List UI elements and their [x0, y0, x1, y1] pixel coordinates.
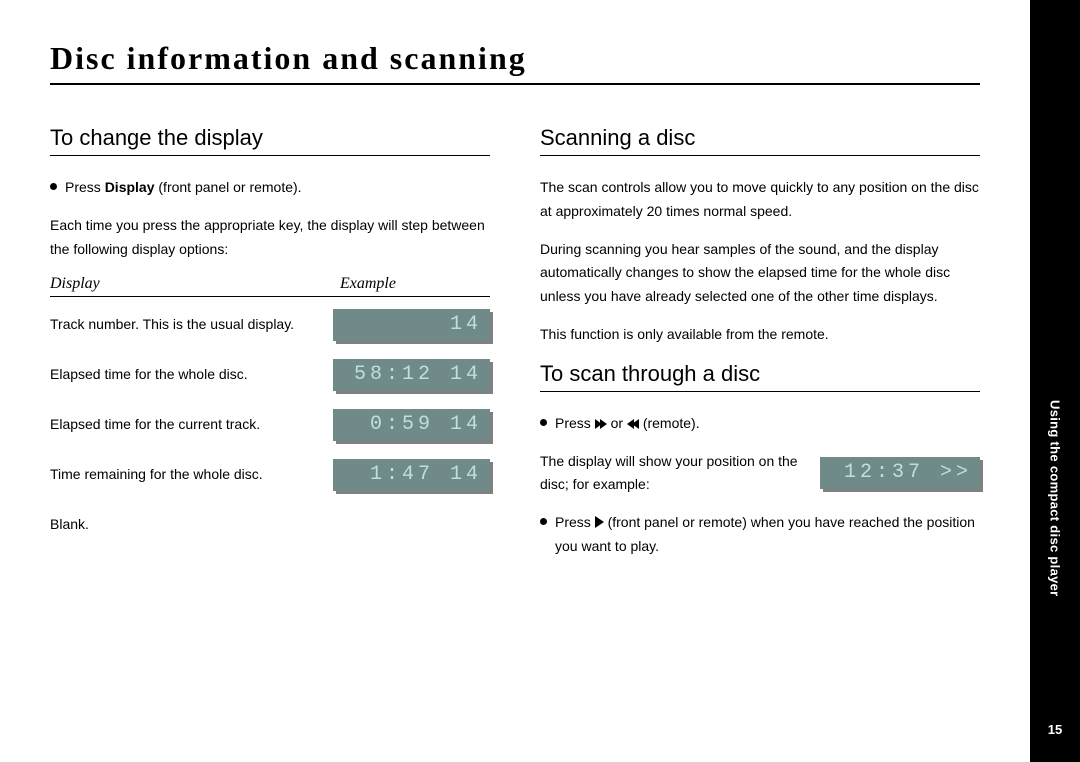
text: (remote). — [643, 415, 700, 431]
table-row: Elapsed time for the whole disc. 58:12 1… — [50, 359, 490, 391]
text: or — [611, 415, 627, 431]
lcd-display: 0:59 14 — [333, 409, 490, 441]
lcd-display: 58:12 14 — [333, 359, 490, 391]
col-header-display: Display — [50, 275, 340, 293]
display-button-label: Display — [105, 179, 155, 195]
text: Press — [555, 415, 595, 431]
fast-forward-icon — [600, 419, 607, 429]
heading-change-display: To change the display — [50, 125, 490, 156]
col-header-example: Example — [340, 275, 490, 293]
text: (front panel or remote) when you have re… — [555, 514, 975, 554]
row-desc: Time remaining for the whole disc. — [50, 459, 333, 485]
bullet-press-display: Press Display (front panel or remote). — [50, 176, 490, 200]
left-column: To change the display Press Display (fro… — [50, 125, 490, 573]
chapter-label: Using the compact disc player — [1048, 400, 1063, 597]
paragraph: This function is only available from the… — [540, 323, 980, 347]
heading-scan-through: To scan through a disc — [540, 361, 980, 392]
table-header: Display Example — [50, 275, 490, 297]
row-desc: Elapsed time for the current track. — [50, 409, 333, 435]
text: Press — [65, 179, 105, 195]
paragraph: During scanning you hear samples of the … — [540, 238, 980, 309]
table-row: Track number. This is the usual display.… — [50, 309, 490, 341]
table-row: Elapsed time for the current track. 0:59… — [50, 409, 490, 441]
paragraph: The scan controls allow you to move quic… — [540, 176, 980, 224]
text: (front panel or remote). — [155, 179, 302, 195]
sidebar: Using the compact disc player 15 — [1030, 0, 1080, 762]
bullet-press-play: Press (front panel or remote) when you h… — [540, 511, 980, 559]
bullet-icon — [50, 183, 57, 190]
right-column: Scanning a disc The scan controls allow … — [540, 125, 980, 573]
page-number: 15 — [1048, 722, 1062, 737]
lcd-display: 14 — [333, 309, 490, 341]
table-row: Blank. — [50, 509, 490, 535]
rewind-icon — [632, 419, 639, 429]
bullet-icon — [540, 419, 547, 426]
heading-scanning-disc: Scanning a disc — [540, 125, 980, 156]
text: Press — [555, 514, 595, 530]
row-desc: Blank. — [50, 509, 340, 535]
row-desc: Elapsed time for the whole disc. — [50, 359, 333, 385]
page-title: Disc information and scanning — [50, 40, 980, 85]
lcd-display: 1:47 14 — [333, 459, 490, 491]
text: The display will show your position on t… — [540, 450, 820, 498]
paragraph: Each time you press the appropriate key,… — [50, 214, 490, 262]
play-icon — [595, 516, 604, 528]
bullet-icon — [540, 518, 547, 525]
bullet-press-scan: Press or (remote). — [540, 412, 980, 436]
inline-lcd-row: The display will show your position on t… — [540, 450, 980, 498]
lcd-display: 12:37 >> — [820, 457, 980, 489]
table-row: Time remaining for the whole disc. 1:47 … — [50, 459, 490, 491]
row-desc: Track number. This is the usual display. — [50, 309, 333, 335]
